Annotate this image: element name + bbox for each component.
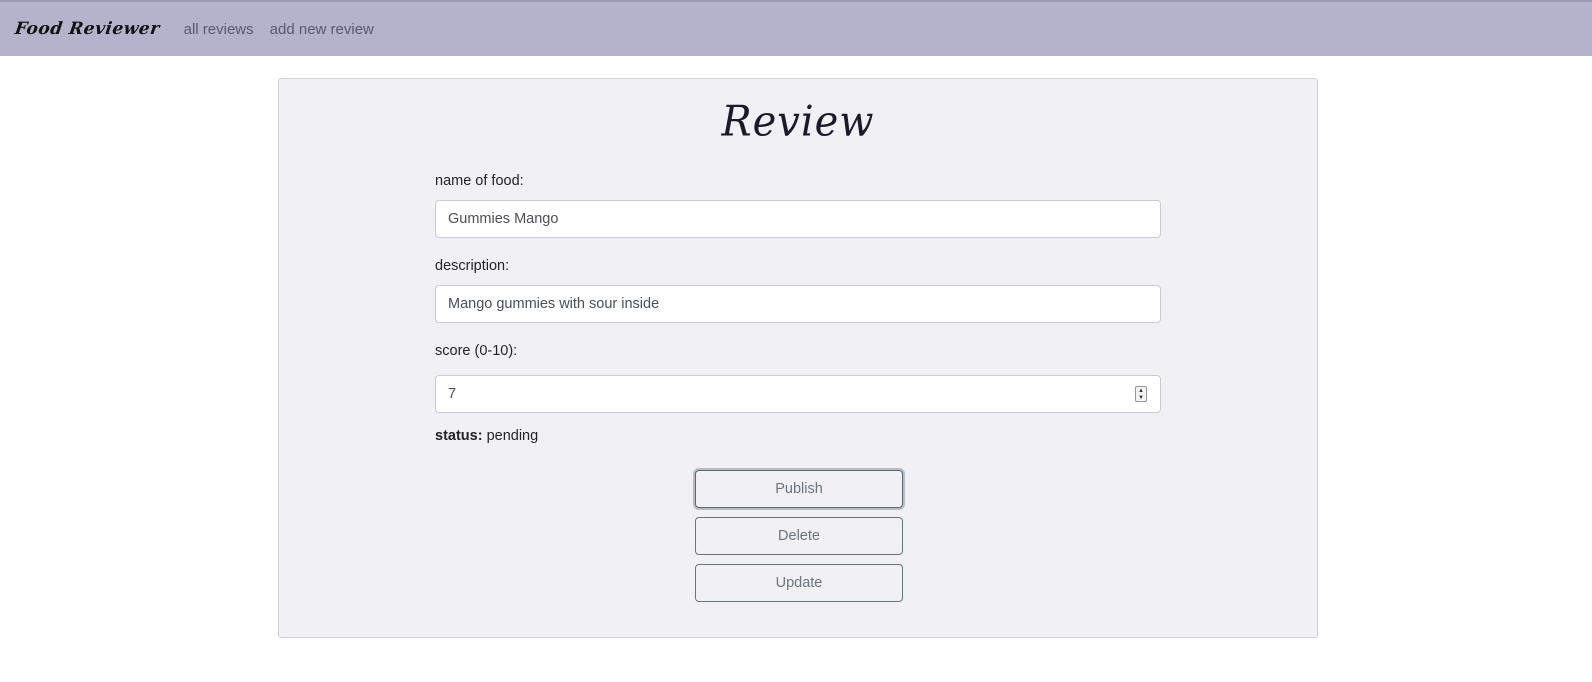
navbar: Food Reviewer all reviews add new review <box>0 0 1592 56</box>
review-card: Review name of food: description: score … <box>278 78 1318 638</box>
score-field: ▲ ▼ <box>435 375 1161 413</box>
description-input[interactable] <box>435 285 1161 323</box>
publish-button[interactable]: Publish <box>695 470 903 508</box>
delete-button[interactable]: Delete <box>695 517 903 555</box>
page-title: Review <box>721 97 875 147</box>
nav-link-all-reviews[interactable]: all reviews <box>184 21 254 38</box>
score-input[interactable] <box>435 375 1161 413</box>
stepper-down-icon[interactable]: ▼ <box>1138 395 1144 401</box>
name-label: name of food: <box>435 173 524 189</box>
score-label: score (0-10): <box>435 343 518 359</box>
stepper-up-icon[interactable]: ▲ <box>1138 388 1144 394</box>
brand-logo[interactable]: Food Reviewer <box>14 19 161 39</box>
nav-link-add-new-review[interactable]: add new review <box>270 21 374 38</box>
status-line: status: pending <box>435 428 538 444</box>
status-key: status: <box>435 428 483 444</box>
description-label: description: <box>435 258 510 274</box>
status-value: pending <box>486 428 539 444</box>
update-button[interactable]: Update <box>695 564 903 602</box>
name-input[interactable] <box>435 200 1161 238</box>
score-stepper[interactable]: ▲ ▼ <box>1135 386 1147 402</box>
